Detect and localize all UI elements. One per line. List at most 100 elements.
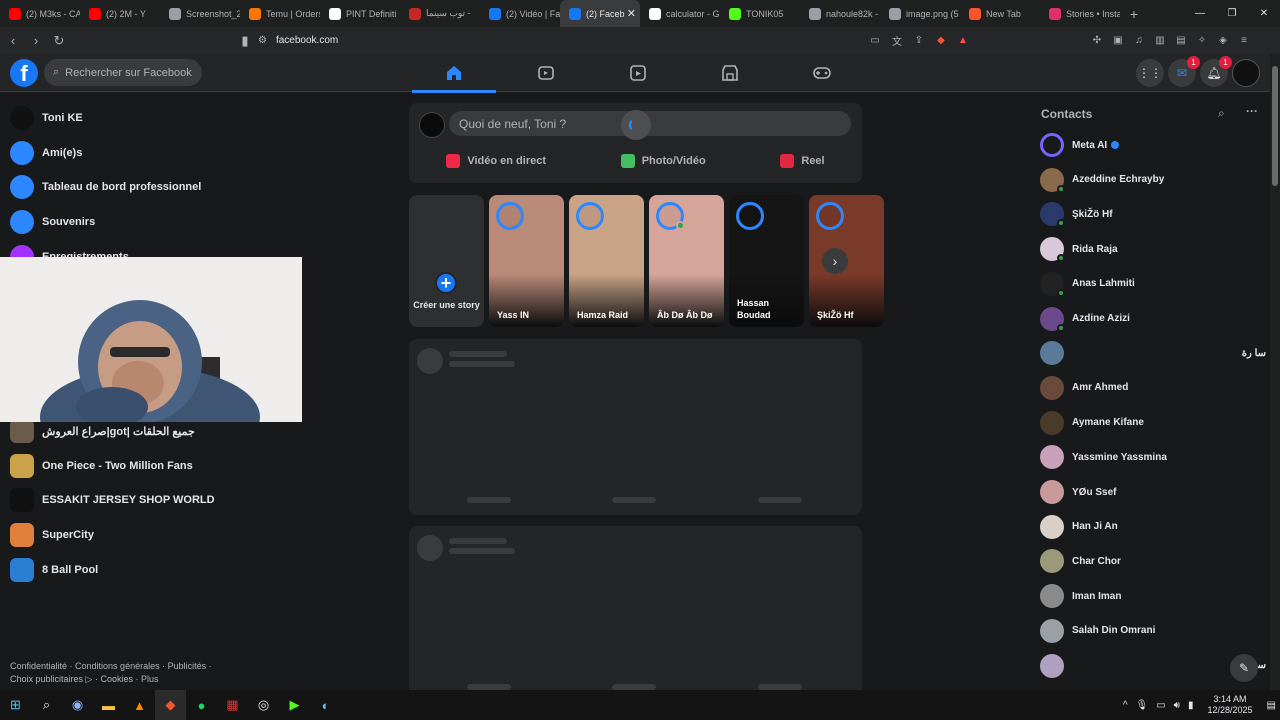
kick-app-icon[interactable]: ▶ <box>279 690 310 720</box>
tab-reels[interactable] <box>592 54 684 92</box>
spotify-icon[interactable]: ● <box>186 690 217 720</box>
shortcut-item[interactable]: ESSAKIT JERSEY SHOP WORLD <box>10 485 215 515</box>
translate-icon[interactable]: 文 <box>888 31 906 49</box>
microphone-icon[interactable]: 🎙︎ <box>1132 700 1153 711</box>
bookmark-icon[interactable]: ▮ <box>235 31 255 51</box>
browser-tab[interactable]: (2) M3ks - CA <box>0 0 80 27</box>
contact-item[interactable]: Azeddine Echrayby <box>1040 165 1270 195</box>
contact-item[interactable]: سا رة <box>1040 338 1270 368</box>
contact-item[interactable]: YØu Ssef <box>1040 477 1270 507</box>
messenger-button[interactable]: ✉ 1 <box>1168 56 1200 87</box>
notification-center-icon[interactable]: ▤ <box>1263 700 1280 711</box>
browser-tab[interactable]: image.png (5 <box>880 0 960 27</box>
reload-icon[interactable]: ↻ <box>49 31 69 51</box>
browser-tab[interactable]: Screenshot_2 <box>160 0 240 27</box>
composer-action-button[interactable]: Reel <box>780 147 825 175</box>
tab-home[interactable] <box>408 54 500 93</box>
vpn-icon[interactable]: ◈ <box>1214 31 1232 49</box>
cast-icon[interactable]: ▭ <box>866 31 884 49</box>
search-icon[interactable]: ⌕ <box>31 690 62 720</box>
browser-tab[interactable]: TONIK05 <box>720 0 800 27</box>
tab-gaming[interactable] <box>776 54 868 92</box>
network-icon[interactable]: ▭ <box>1152 700 1169 711</box>
leo-ai-icon[interactable]: ✧ <box>1193 31 1211 49</box>
forward-icon[interactable]: › <box>26 31 46 51</box>
brave-rewards-icon[interactable]: ▲ <box>954 31 972 49</box>
browser-tab[interactable]: PINT Definiti <box>320 0 400 27</box>
menu-icon[interactable]: ≡ <box>1235 31 1253 49</box>
windows-start-icon[interactable]: ⊞ <box>0 690 31 720</box>
sidebar-item[interactable]: Tableau de bord professionnel <box>10 172 201 202</box>
browser-tab[interactable]: توب سينما - <box>400 0 480 27</box>
browser-tab[interactable]: Temu | Orders <box>240 0 320 27</box>
back-icon[interactable]: ‹ <box>3 31 23 51</box>
stories-next-button[interactable]: › <box>822 248 848 274</box>
shortcut-item[interactable]: One Piece - Two Million Fans <box>10 451 193 481</box>
contact-item[interactable]: Iman Iman <box>1040 581 1270 611</box>
browser-tab[interactable]: New Tab <box>960 0 1040 27</box>
composer-action-button[interactable]: Photo/Vidéo <box>620 147 706 175</box>
restore-icon[interactable]: ❐ <box>1216 0 1248 27</box>
browser-tab[interactable]: (2) Faceb ✕ <box>560 0 640 27</box>
wallet-icon[interactable]: ▤ <box>1172 31 1190 49</box>
contact-item[interactable]: Han Ji An <box>1040 512 1270 542</box>
shortcut-item[interactable]: SuperCity <box>10 520 94 550</box>
site-info-icon[interactable]: ⚙ <box>258 35 267 46</box>
create-story-card[interactable]: + Créer une story <box>409 195 484 327</box>
contact-item[interactable]: Rida Raja <box>1040 234 1270 264</box>
screenshot-icon[interactable]: ▣ <box>1109 31 1127 49</box>
facebook-search-input[interactable]: ⌕ Rechercher sur Facebook <box>44 59 202 86</box>
new-tab-button[interactable]: + <box>1124 6 1144 22</box>
contact-item[interactable]: Anas Lahmiti <box>1040 269 1270 299</box>
story-card[interactable]: Hamza Raid <box>569 195 644 327</box>
tray-overflow-icon[interactable]: ^ <box>1119 700 1132 711</box>
browser-tab[interactable]: Stories • Insta <box>1040 0 1120 27</box>
contacts-more-icon[interactable]: ··· <box>1246 104 1258 118</box>
browser-tab[interactable]: nahoule82k - <box>800 0 880 27</box>
sidebar-item[interactable]: Souvenirs <box>10 207 95 237</box>
contact-item[interactable]: Amr Ahmed <box>1040 373 1270 403</box>
obs-icon[interactable]: ◎ <box>248 690 279 720</box>
extensions-icon[interactable]: ✣ <box>1088 31 1106 49</box>
story-card[interactable]: Yass IN <box>489 195 564 327</box>
facebook-logo-icon[interactable]: f <box>10 59 38 87</box>
contact-item[interactable]: Aymane Kifane <box>1040 408 1270 438</box>
vlc-icon[interactable]: ▲ <box>124 690 155 720</box>
contact-item[interactable]: Yassmine Yassmina <box>1040 442 1270 472</box>
share-icon[interactable]: ⇪ <box>910 31 928 49</box>
brave-app-icon[interactable]: ◆ <box>155 690 186 720</box>
composer-avatar[interactable] <box>419 112 445 138</box>
voicemeeter-icon[interactable]: ▦ <box>217 690 248 720</box>
browser-tab[interactable]: calculator - G <box>640 0 720 27</box>
brave-shield-icon[interactable]: ◆ <box>932 31 950 49</box>
page-scrollbar[interactable] <box>1270 54 1280 690</box>
tab-marketplace[interactable] <box>684 54 776 92</box>
steam-icon[interactable]: ◐ <box>310 690 341 720</box>
volume-icon[interactable]: 🔊︎ <box>1170 700 1184 711</box>
legal-footer[interactable]: Confidentialité · Conditions générales ·… <box>10 660 230 686</box>
contact-item[interactable]: Azdine Azizi <box>1040 304 1270 334</box>
shortcut-item[interactable]: 8 Ball Pool <box>10 555 98 585</box>
contacts-search-icon[interactable]: ⌕ <box>1218 106 1225 121</box>
story-card[interactable]: Hassan Boudad <box>729 195 804 327</box>
notifications-button[interactable]: 🔔︎ 1 <box>1200 56 1232 87</box>
contact-item[interactable]: Salah Din Omrani <box>1040 616 1270 646</box>
close-tab-icon[interactable]: ✕ <box>627 7 636 20</box>
sidebar-item[interactable]: Ami(e)s <box>10 138 82 168</box>
battery-icon[interactable]: ▮ <box>1184 700 1198 711</box>
contact-item[interactable]: Char Chor <box>1040 546 1270 576</box>
new-message-button[interactable]: ✎ <box>1230 654 1258 682</box>
chrome-app-icon[interactable]: ◉ <box>62 690 93 720</box>
sidebar-icon[interactable]: ▥ <box>1151 31 1169 49</box>
close-window-icon[interactable]: ✕ <box>1248 0 1280 27</box>
music-icon[interactable]: ♫ <box>1130 31 1148 49</box>
scrollbar-thumb[interactable] <box>1272 66 1278 186</box>
contact-item[interactable]: ŞkiŽö Hf <box>1040 199 1270 229</box>
file-explorer-icon[interactable]: ▬ <box>93 690 124 720</box>
menu-grid-button[interactable]: ⋮⋮ <box>1136 59 1164 87</box>
story-card[interactable]: Âb Dø Âb Dø <box>649 195 724 327</box>
sidebar-item[interactable]: Toni KE <box>10 103 83 133</box>
tab-video[interactable] <box>500 54 592 92</box>
browser-tab[interactable]: (2) 2M - Y <box>80 0 160 27</box>
clock[interactable]: 3:14 AM 12/28/2025 <box>1198 694 1263 716</box>
